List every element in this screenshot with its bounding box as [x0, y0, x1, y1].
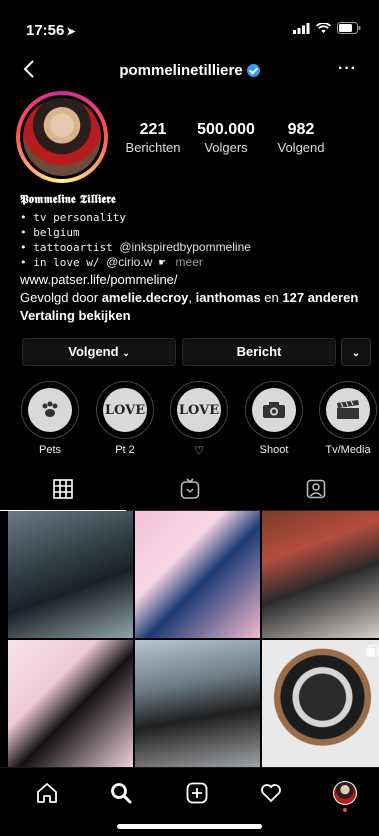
website-link[interactable]: www.patser.life/pommeline/ — [20, 272, 365, 287]
followed-mid: en — [264, 290, 279, 305]
highlight-ring — [21, 381, 79, 439]
love-icon: LOVE — [177, 388, 221, 432]
highlight-heart[interactable]: LOVE ♡ — [168, 381, 230, 457]
notification-dot — [343, 808, 347, 812]
camera-icon — [252, 388, 296, 432]
avatar — [333, 781, 357, 805]
chevron-down-icon: ⌄ — [351, 348, 361, 359]
system-icons — [293, 22, 361, 34]
suggested-accounts-button[interactable]: ⌄ — [341, 338, 371, 366]
more-options-icon[interactable]: ··· — [338, 60, 357, 78]
battery-icon — [337, 22, 361, 34]
mention-link[interactable]: @inkspiredbypommeline — [119, 240, 251, 254]
highlight-label: Pets — [38, 444, 61, 456]
bio-text: • in love w/ — [20, 256, 100, 269]
following-count[interactable]: 982 Volgend — [262, 121, 340, 155]
followed-separator: , — [188, 290, 193, 305]
location-arrow-icon: ➤ — [66, 26, 76, 38]
following-label: Volgend — [68, 344, 119, 359]
profile-bio: 𝕻𝖔𝖒𝖒𝖊𝖑𝖎𝖓𝖊 𝕿𝖎𝖑𝖑𝖎𝖊𝖗𝖊 • tv personality • be… — [20, 192, 365, 323]
igtv-icon — [180, 478, 200, 499]
profile-tabs — [0, 468, 379, 511]
stat-value: 500.000 — [197, 121, 255, 138]
profile-tab-avatar[interactable] — [330, 780, 360, 812]
paw-icon — [28, 388, 72, 432]
camera-shape — [263, 402, 285, 418]
message-label: Bericht — [236, 344, 282, 359]
others-count: 127 anderen — [282, 290, 359, 305]
post-thumbnail[interactable] — [135, 640, 260, 767]
post-thumbnail[interactable] — [135, 511, 260, 638]
stat-label: Volgers — [204, 140, 248, 155]
highlight-label: Pt 2 — [115, 444, 135, 456]
follower-name: ianthomas — [195, 290, 261, 305]
posts-grid — [8, 511, 379, 767]
clapperboard-icon — [326, 388, 370, 432]
follower-name: amelie.decroy — [101, 290, 189, 305]
highlight-pt2[interactable]: LOVE Pt 2 — [94, 381, 156, 456]
more-link[interactable]: meer — [176, 255, 203, 269]
highlight-label: ♡ — [194, 445, 204, 457]
highlight-shoot[interactable]: Shoot — [243, 381, 305, 456]
pointing-hand-icon: ☛ — [158, 256, 166, 269]
clapperboard-shape — [337, 400, 359, 419]
tab-grid[interactable] — [0, 468, 126, 511]
post-thumbnail[interactable] — [8, 640, 133, 767]
display-name: 𝕻𝖔𝖒𝖒𝖊𝖑𝖎𝖓𝖊 𝕿𝖎𝖑𝖑𝖎𝖊𝖗𝖊 — [20, 192, 116, 206]
bio-line: • tattooartist @inkspiredbypommeline — [20, 240, 365, 255]
stat-label: Berichten — [125, 140, 181, 155]
bio-line: • tv personality — [20, 211, 126, 224]
love-icon: LOVE — [103, 388, 147, 432]
highlight-label: Shoot — [259, 444, 289, 456]
stat-value: 221 — [139, 121, 167, 138]
mention-link[interactable]: @cirio.w — [106, 255, 152, 269]
post-thumbnail[interactable] — [8, 511, 133, 638]
home-indicator — [117, 824, 262, 829]
status-time: 17:56 ➤ — [26, 22, 76, 39]
new-post-icon[interactable] — [182, 780, 212, 806]
followed-by[interactable]: Gevolgd door amelie.decroy, ianthomas en… — [20, 290, 365, 305]
search-icon[interactable] — [106, 780, 136, 806]
chevron-down-icon: ⌄ — [122, 348, 130, 358]
post-thumbnail[interactable] — [262, 640, 379, 767]
highlight-ring — [319, 381, 377, 439]
tab-igtv[interactable] — [127, 468, 253, 510]
bio-line: • belgium — [20, 226, 80, 239]
bio-text: • tattooartist — [20, 241, 113, 254]
highlight-pets[interactable]: Pets — [19, 381, 81, 456]
username-title: pommelinetilliere — [0, 62, 379, 79]
tab-tagged[interactable] — [253, 468, 379, 510]
posts-count[interactable]: 221 Berichten — [114, 121, 192, 155]
status-bar: 17:56 ➤ — [0, 0, 379, 44]
profile-avatar[interactable] — [23, 98, 101, 176]
highlight-ring: LOVE — [96, 381, 154, 439]
wifi-icon — [316, 22, 331, 33]
stat-label: Volgend — [277, 140, 325, 155]
post-thumbnail[interactable] — [262, 511, 379, 638]
verified-badge-icon — [246, 64, 260, 77]
multiple-posts-icon — [366, 645, 378, 657]
profile-header: pommelinetilliere ··· — [0, 52, 379, 92]
stat-value: 982 — [287, 121, 315, 138]
message-button[interactable]: Bericht — [182, 338, 336, 366]
highlight-ring: LOVE — [170, 381, 228, 439]
bio-line: • in love w/ @cirio.w ☛ meer — [20, 255, 365, 270]
paw-shape — [42, 401, 58, 417]
highlight-tvmedia[interactable]: Tv/Media — [317, 381, 379, 456]
followed-prefix: Gevolgd door — [20, 290, 99, 305]
see-translation-link[interactable]: Vertaling bekijken — [20, 308, 365, 323]
tagged-icon — [306, 479, 326, 499]
home-icon[interactable] — [32, 780, 62, 806]
followers-count[interactable]: 500.000 Volgers — [187, 121, 265, 155]
activity-heart-icon[interactable] — [256, 780, 286, 806]
bottom-navigation — [0, 767, 379, 818]
highlight-ring — [245, 381, 303, 439]
grid-icon — [53, 479, 73, 499]
following-button[interactable]: Volgend ⌄ — [22, 338, 176, 366]
highlight-label: Tv/Media — [325, 444, 371, 456]
cellular-signal-icon — [293, 22, 310, 34]
